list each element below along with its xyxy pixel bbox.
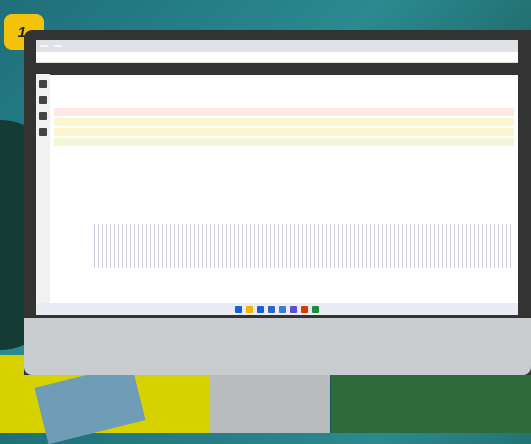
- taskbar-app-icon[interactable]: [246, 305, 253, 313]
- threshold-band: [54, 138, 514, 146]
- signal-trace: [94, 224, 514, 268]
- monitor-icon[interactable]: [39, 112, 47, 120]
- app-sidebar: [36, 74, 50, 303]
- threshold-band: [54, 128, 514, 136]
- main-content: [54, 74, 514, 303]
- document-icon[interactable]: [39, 128, 47, 136]
- dashboard-icon[interactable]: [39, 80, 47, 88]
- browser-tab-bar: [36, 40, 518, 52]
- taskbar-app-icon[interactable]: [235, 305, 242, 313]
- taskbar: [36, 303, 518, 315]
- taskbar-app-icon[interactable]: [257, 305, 264, 313]
- address-bar[interactable]: [36, 52, 518, 63]
- taskbar-app-icon[interactable]: [301, 305, 308, 313]
- browser-tab[interactable]: [40, 45, 48, 47]
- chart-icon[interactable]: [39, 96, 47, 104]
- taskbar-app-icon[interactable]: [279, 305, 286, 313]
- monitor-screen: [36, 40, 518, 315]
- nav-row: [54, 74, 514, 82]
- threshold-bands: [54, 108, 514, 146]
- taskbar-app-icon[interactable]: [312, 305, 319, 313]
- threshold-band: [54, 118, 514, 126]
- browser-tab[interactable]: [54, 45, 62, 47]
- taskbar-app-icon[interactable]: [290, 305, 297, 313]
- monitor-chin: [24, 318, 531, 375]
- threshold-band: [54, 108, 514, 116]
- taskbar-app-icon[interactable]: [268, 305, 275, 313]
- monitor-stand: [210, 375, 330, 433]
